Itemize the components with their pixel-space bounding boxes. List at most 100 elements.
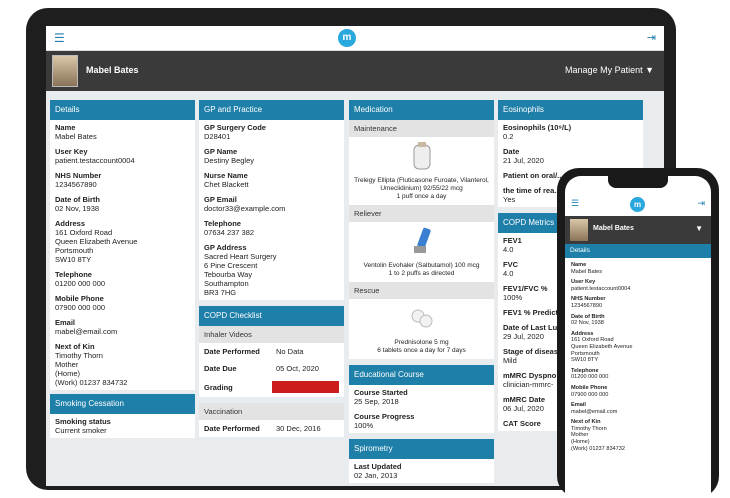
field-value: Timothy Thorn (571, 425, 607, 432)
field-label: Nurse Name (204, 171, 248, 180)
field-label: Date of Birth (571, 313, 605, 320)
field-item: NHS Number 1234567890 (565, 294, 711, 311)
date-due-label: Date Due (204, 364, 237, 373)
field-value: SW10 8TY (55, 255, 92, 264)
field-value: Timothy Thorn (55, 351, 103, 360)
field-item: Eosinophils (10⁹/L) 0.2 (498, 120, 643, 144)
field-value: 161 Oxford Road (571, 337, 614, 344)
phone-details-list: Name Mabel Bates User Key patient.testaccou… (565, 260, 711, 454)
field-item: Next of Kin Timothy Thorn Mother (Home) (Wor… (50, 339, 195, 390)
phone-avatar (570, 219, 588, 241)
phone-device: ☰ m ⇥ Mabel Bates ▼ Details Name Mabel Ba… (557, 168, 719, 498)
grading-label: Grading (204, 382, 233, 392)
gp-header: GP and Practice (199, 100, 344, 120)
last-updated-label: Last Updated (354, 462, 402, 471)
phone-user-bar: Mabel Bates ▼ (565, 216, 711, 244)
gp-panel: GP and Practice GP Surgery Code D28401 GP … (199, 100, 344, 437)
phone-screen: ☰ m ⇥ Mabel Bates ▼ Details Name Mabel Ba… (565, 176, 711, 498)
grading-bar (272, 381, 339, 393)
field-item: GP Address Sacred Heart Surgery 6 Pine Cre… (199, 240, 344, 300)
top-bar: ☰ m ⇥ (46, 26, 664, 51)
field-value: 6 Pine Crescent (204, 261, 258, 270)
reliever-dose: 1 to 2 puffs as directed (388, 270, 455, 277)
field-label: Email (55, 318, 76, 327)
field-value: 07900 000 000 (55, 303, 106, 312)
field-value: Chet Blackett (204, 180, 249, 189)
field-item: User Key patient.testaccount0004 (565, 277, 711, 294)
field-label: Next of Kin (55, 342, 95, 351)
course-progress-value: 100% (354, 421, 374, 430)
field-label: Date (503, 147, 520, 156)
field-item: Mobile Phone 07900 000 000 (565, 383, 711, 400)
field-value: 1234567890 (571, 302, 603, 309)
field-value: Queen Elizabeth Avenue (571, 343, 633, 350)
field-label: NHS Number (571, 296, 606, 303)
smoking-header: Smoking Cessation (50, 394, 195, 414)
details-panel: Details Name Mabel Bates User Key patient.t… (50, 100, 195, 438)
last-updated-value: 02 Jan, 2013 (354, 471, 398, 480)
field-value: doctor33@example.com (204, 204, 286, 213)
field-value: 07634 237 382 (204, 228, 255, 237)
phone-top-bar: ☰ m ⇥ (565, 194, 711, 216)
field-label: User Key (55, 147, 88, 156)
smoking-status-label: Smoking status (55, 417, 111, 426)
smoking-status-value: Current smoker (55, 426, 107, 435)
field-value: Southampton (204, 279, 249, 288)
field-label: User Key (571, 279, 596, 286)
manage-patient-dropdown[interactable]: Manage My Patient ▼ (565, 65, 654, 75)
field-value: 01200 000 000 (571, 374, 609, 381)
field-label: Email (571, 402, 586, 409)
phone-logo[interactable]: m (630, 197, 645, 212)
phone-chevron-down-icon[interactable]: ▼ (695, 224, 703, 233)
field-value: SW10 8TY (571, 357, 599, 364)
vaccination-sub: Vaccination (199, 403, 344, 420)
field-value: (Home) (571, 439, 590, 446)
eosinophils-header: Eosinophils (498, 100, 643, 120)
field-value: D28401 (204, 132, 231, 141)
field-label: GP Address (204, 243, 247, 252)
field-value: Portsmouth (55, 246, 94, 255)
field-item: Name Mabel Bates (50, 120, 195, 144)
field-item: Name Mabel Bates (565, 260, 711, 277)
field-label: Eosinophils (10⁹/L) (503, 123, 572, 132)
exit-icon[interactable]: ⇥ (647, 31, 656, 44)
reliever-name: Ventolin Evohaler (Salbutamol) 100 mcg (363, 262, 480, 269)
menu-icon[interactable]: ☰ (54, 31, 65, 45)
field-item: Email mabel@email.com (565, 400, 711, 417)
field-value: 02 Nov, 1938 (55, 204, 100, 213)
field-value: mabel@email.com (571, 408, 618, 415)
field-item: NHS Number 1234567890 (50, 168, 195, 192)
field-value: (Work) 01237 834732 (571, 445, 626, 452)
maintenance-name: Trelegy Ellipta (Fluticasone Furoate, Vi… (354, 177, 489, 192)
field-item: Telephone 01200 000 000 (565, 366, 711, 383)
app-logo[interactable]: m (338, 29, 356, 47)
phone-exit-icon[interactable]: ⇥ (697, 198, 705, 209)
field-value: 161 Oxford Road (55, 228, 113, 237)
inhaler-icon (413, 142, 430, 170)
field-value: 21 Jul, 2020 (503, 156, 544, 165)
field-value: Queen Elizabeth Avenue (55, 237, 138, 246)
field-value: 02 Nov, 1938 (571, 320, 604, 327)
details-header: Details (50, 100, 195, 120)
field-value: Tebourba Way (204, 270, 253, 279)
course-started-label: Course Started (354, 388, 408, 397)
field-label: Name (571, 262, 587, 268)
rescue-med[interactable]: Prednisolone 5 mg 6 tablets once a day f… (349, 299, 494, 359)
field-label: Mobile Phone (571, 384, 608, 391)
date-due-value: 05 Oct, 2020 (276, 364, 319, 373)
maintenance-med[interactable]: Trelegy Ellipta (Fluticasone Furoate, Vi… (349, 137, 494, 205)
field-item: Telephone 01200 000 000 (50, 267, 195, 291)
field-item: Date of Birth 02 Nov, 1938 (50, 192, 195, 216)
field-label: Telephone (204, 219, 241, 228)
field-value: patient.testaccount0004 (55, 156, 135, 165)
field-label: Mobile Phone (55, 294, 104, 303)
field-item: Address 161 Oxford Road Queen Elizabeth Av… (50, 216, 195, 267)
field-item: Next of Kin Timothy Thorn Mother (Home) (Wor… (565, 417, 711, 454)
reliever-med[interactable]: Ventolin Evohaler (Salbutamol) 100 mcg 1… (349, 222, 494, 282)
field-label: NHS Number (55, 171, 102, 180)
field-value: 0.2 (503, 132, 514, 141)
rescue-sub: Rescue (349, 282, 494, 299)
field-item: Address 161 Oxford Road Queen Elizabeth Av… (565, 329, 711, 366)
phone-menu-icon[interactable]: ☰ (571, 198, 579, 209)
field-item: Email mabel@email.com (50, 315, 195, 339)
